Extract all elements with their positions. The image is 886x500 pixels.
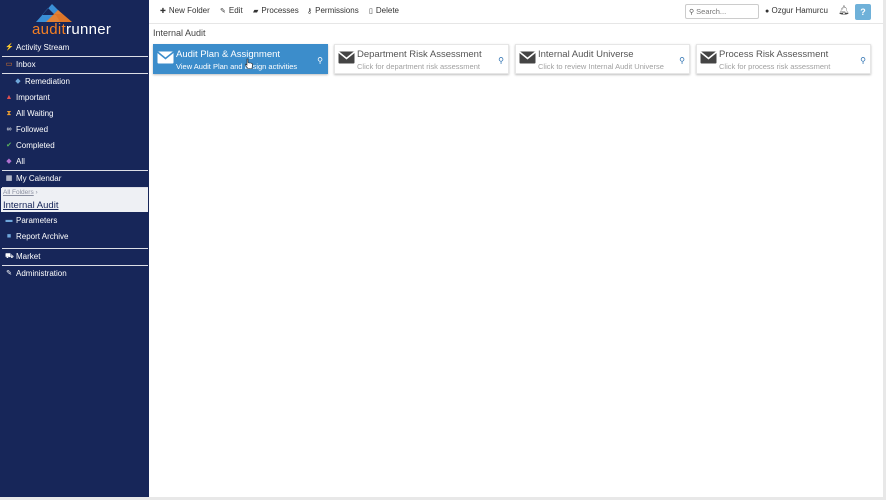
help-button[interactable]: ?	[855, 4, 871, 20]
sidebar-item-inbox[interactable]: ▭ Inbox	[0, 57, 149, 73]
card-description: Click for process risk assessment	[719, 62, 831, 71]
sidebar-item-remediation[interactable]: ◆ Remediation	[0, 74, 149, 90]
sidebar-item-label: Activity Stream	[16, 43, 70, 52]
sidebar-item-completed[interactable]: ✔ Completed	[0, 138, 149, 154]
envelope-icon	[157, 51, 174, 64]
sidebar-item-label: Completed	[16, 141, 55, 150]
search-icon[interactable]: ⚲	[679, 56, 685, 65]
warning-icon: ▲	[5, 94, 13, 101]
sidebar-item-all-waiting[interactable]: ⧗ All Waiting	[0, 106, 149, 122]
sidebar-item-all[interactable]: ◆ All	[0, 154, 149, 170]
sidebar: auditrunner ⚡ Activity Stream ▭ Inbox ◆ …	[0, 0, 149, 497]
envelope-icon	[700, 51, 717, 64]
check-icon: ✔	[6, 142, 12, 149]
sidebar-nav: ⚡ Activity Stream ▭ Inbox ◆ Remediation …	[0, 40, 149, 282]
sidebar-item-parameters[interactable]: ▬ Parameters	[0, 213, 149, 229]
processes-button[interactable]: ▰ Processes	[253, 6, 299, 15]
current-folder[interactable]: Internal Audit	[3, 200, 58, 211]
sidebar-item-followed[interactable]: ∞ Followed	[0, 122, 149, 138]
page-title: Internal Audit	[153, 28, 206, 38]
search-icon[interactable]: ⚲	[498, 56, 504, 65]
tag-icon: ◆	[6, 158, 12, 165]
card-description: Click for department risk assessment	[357, 62, 480, 71]
permissions-label: Permissions	[315, 6, 359, 15]
new-folder-button[interactable]: ✚ New Folder	[160, 6, 210, 15]
key-icon: ⚷	[307, 8, 313, 15]
book-icon: ▰	[253, 8, 259, 15]
archive-icon: ■	[6, 233, 12, 240]
sidebar-item-label: All	[16, 157, 25, 166]
breadcrumb-all-folders[interactable]: All Folders	[3, 189, 34, 196]
card-title: Audit Plan & Assignment	[176, 49, 281, 60]
sidebar-item-market[interactable]: ⛟ Market	[0, 249, 149, 265]
user-menu[interactable]: ● Ozgur Hamurcu	[765, 6, 828, 15]
sidebar-item-label: My Calendar	[16, 174, 62, 183]
hand-cursor-icon	[245, 58, 253, 69]
search-box: ⚲	[685, 4, 759, 19]
plus-icon: ✚	[160, 8, 166, 15]
folder-breadcrumb-box: All Folders › Internal Audit	[1, 188, 148, 212]
sidebar-item-administration[interactable]: ✎ Administration	[0, 266, 149, 282]
search-icon[interactable]: ⚲	[317, 56, 323, 65]
sidebar-item-label: Followed	[16, 125, 49, 134]
wrench-icon: ✎	[6, 270, 12, 277]
calendar-icon: ▦	[5, 175, 13, 182]
sidebar-item-label: Remediation	[25, 77, 70, 86]
bell-icon[interactable]: 🔔︎	[838, 5, 849, 16]
user-icon: ●	[765, 8, 770, 15]
divider	[2, 170, 148, 171]
edit-label: Edit	[228, 6, 243, 15]
user-name: Ozgur Hamurcu	[771, 6, 828, 15]
sidebar-item-label: Parameters	[16, 216, 58, 225]
sidebar-item-label: All Waiting	[16, 109, 54, 118]
divider	[2, 56, 148, 57]
sidebar-item-label: Report Archive	[16, 232, 69, 241]
auditrunner-logo[interactable]: auditrunner	[30, 2, 122, 40]
card-department-risk-assessment[interactable]: Department Risk Assessment Click for dep…	[334, 44, 509, 74]
tag-icon: ◆	[15, 78, 21, 85]
divider	[2, 248, 148, 249]
processes-label: Processes	[261, 6, 299, 15]
binoculars-icon: ∞	[6, 126, 12, 133]
cart-icon: ⛟	[5, 253, 14, 260]
edit-button[interactable]: ✎ Edit	[220, 6, 243, 15]
breadcrumb: All Folders ›	[3, 189, 38, 196]
top-toolbar: ✚ New Folder ✎ Edit ▰ Processes ⚷ Permission…	[149, 0, 886, 24]
sidebar-item-label: Administration	[16, 269, 67, 278]
card-audit-plan-assignment[interactable]: Audit Plan & Assignment View Audit Plan …	[153, 44, 328, 74]
card-internal-audit-universe[interactable]: Internal Audit Universe Click to review …	[515, 44, 690, 74]
sidebar-item-label: Important	[16, 93, 50, 102]
pencil-icon: ✎	[220, 8, 226, 15]
trash-icon: ▯	[369, 8, 373, 15]
envelope-icon	[519, 51, 536, 64]
inbox-icon: ▭	[5, 61, 13, 68]
card-title: Internal Audit Universe	[538, 49, 634, 60]
logo-text: auditrunner	[32, 21, 112, 38]
search-icon: ⚲	[689, 8, 695, 16]
divider	[2, 73, 148, 74]
card-title: Department Risk Assessment	[357, 49, 482, 60]
hourglass-icon: ⧗	[6, 110, 12, 117]
sidebar-item-my-calendar[interactable]: ▦ My Calendar	[0, 171, 149, 187]
bolt-icon: ⚡	[5, 44, 14, 51]
sidebar-item-important[interactable]: ▲ Important	[0, 90, 149, 106]
sidebar-item-activity-stream[interactable]: ⚡ Activity Stream	[0, 40, 149, 56]
sidebar-item-label: Market	[16, 252, 41, 261]
new-folder-label: New Folder	[168, 6, 210, 15]
card-description: Click to review Internal Audit Universe	[538, 62, 664, 71]
card-process-risk-assessment[interactable]: Process Risk Assessment Click for proces…	[696, 44, 871, 74]
card-description: View Audit Plan and assign activities	[176, 62, 298, 71]
permissions-button[interactable]: ⚷ Permissions	[307, 6, 359, 15]
delete-button[interactable]: ▯ Delete	[369, 6, 399, 15]
sidebar-item-report-archive[interactable]: ■ Report Archive	[0, 229, 149, 245]
card-title: Process Risk Assessment	[719, 49, 829, 60]
divider	[2, 265, 148, 266]
folder-icon: ▬	[5, 217, 13, 224]
search-icon[interactable]: ⚲	[860, 56, 866, 65]
sidebar-item-label: Inbox	[16, 60, 36, 69]
search-input[interactable]	[696, 7, 757, 16]
delete-label: Delete	[375, 6, 399, 15]
envelope-icon	[338, 51, 355, 64]
